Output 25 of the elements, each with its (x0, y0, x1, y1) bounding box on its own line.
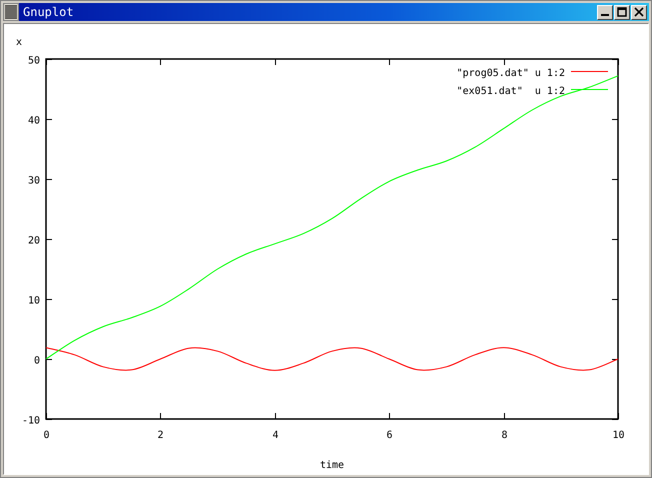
close-icon (634, 7, 644, 17)
tick-label: 6 (386, 430, 393, 441)
tick-label: 10 (612, 430, 625, 441)
tick-label: 8 (501, 430, 508, 441)
tick-label: -10 (22, 416, 40, 426)
window-title: Gnuplot (23, 5, 75, 19)
tick-label: 50 (28, 56, 40, 66)
minimize-icon (601, 14, 609, 16)
axis-label: time (320, 460, 344, 471)
axis-label: x (16, 37, 22, 48)
tick-label: 0 (43, 430, 50, 441)
tick-label: 20 (28, 236, 40, 246)
tick-label: 10 (28, 296, 40, 306)
close-button[interactable] (631, 4, 647, 20)
tick-label: 40 (28, 116, 40, 126)
maximize-icon (617, 7, 627, 17)
legend-label: "prog05.dat" u 1:2 (456, 68, 565, 79)
tick-label: 30 (28, 176, 40, 186)
tick-label: 0 (34, 356, 40, 366)
minimize-button[interactable] (597, 4, 613, 20)
menu-icon[interactable] (3, 3, 19, 21)
tick-label: 4 (272, 430, 279, 441)
tick-label: 2 (157, 430, 164, 441)
maximize-button[interactable] (614, 4, 630, 20)
legend-label: "ex051.dat" u 1:2 (456, 86, 565, 97)
